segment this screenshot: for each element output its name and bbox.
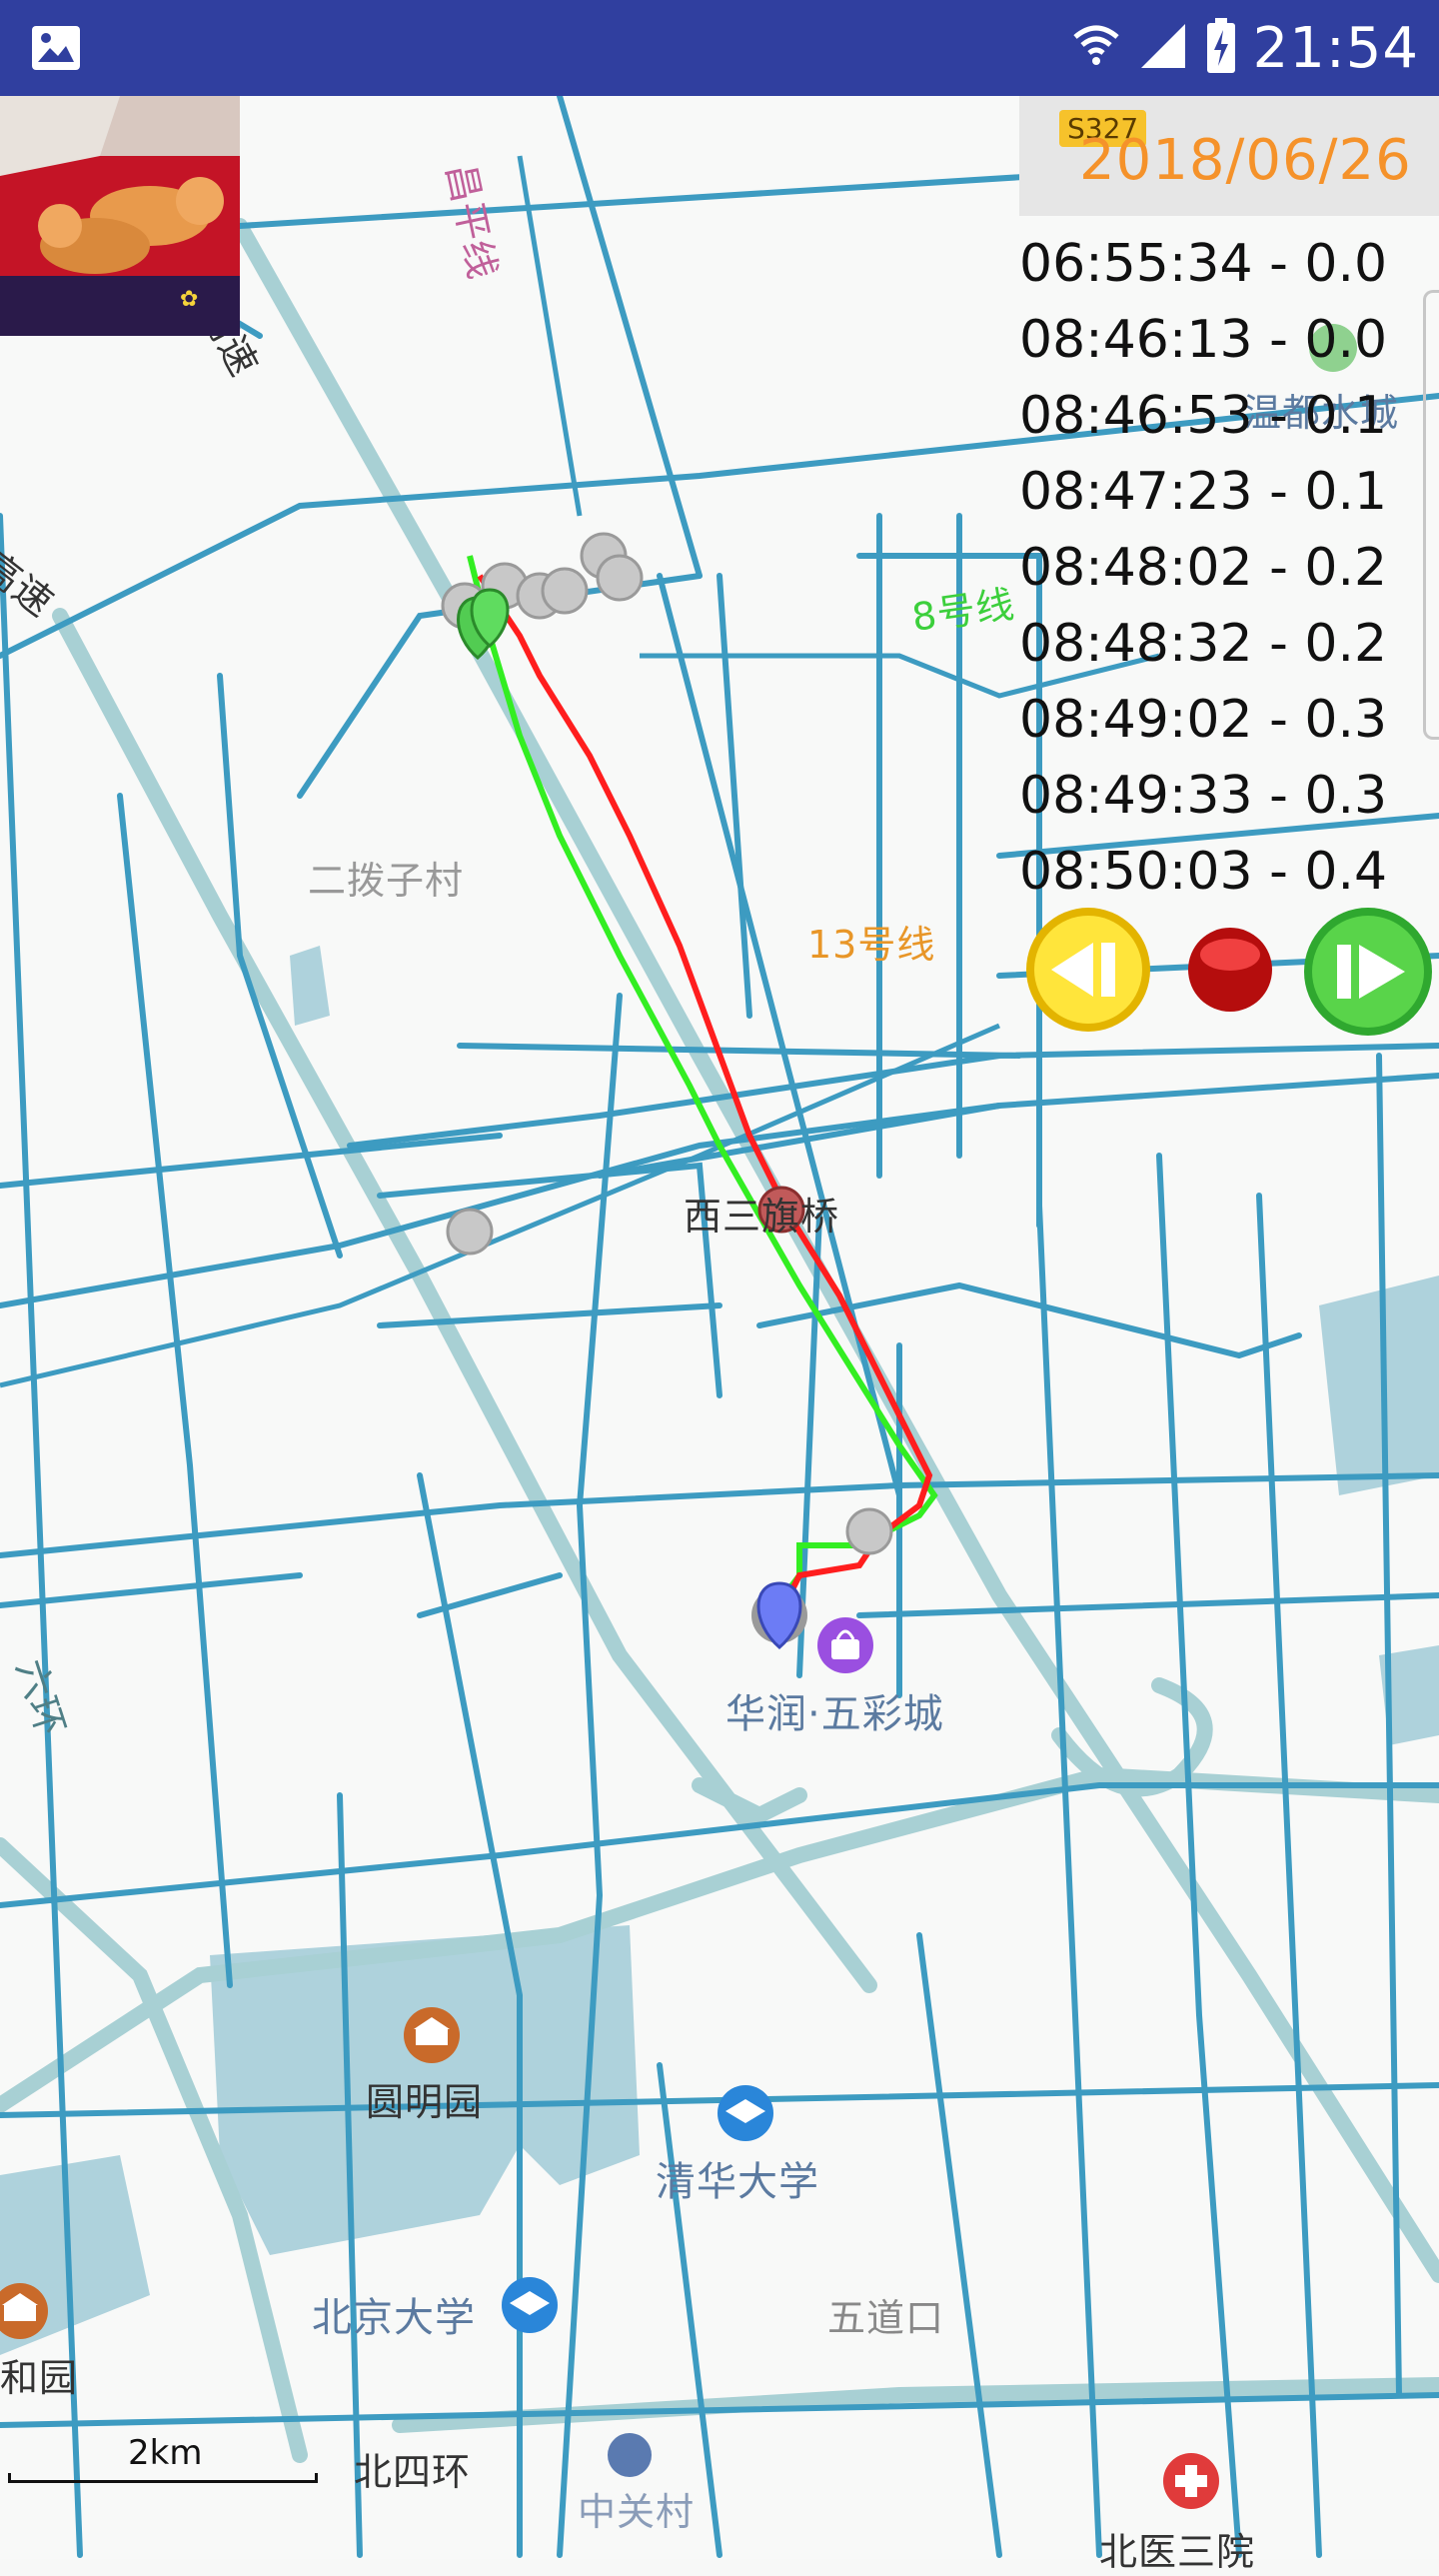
hospital-icon[interactable] xyxy=(1163,2453,1219,2509)
pku-label: 北京大学 xyxy=(312,2295,476,2341)
shopping-bag-icon[interactable] xyxy=(817,1617,873,1673)
wifi-icon xyxy=(1071,21,1121,75)
forward-button[interactable] xyxy=(1301,905,1435,1039)
log-item[interactable]: 08:49:33 - 0.3 xyxy=(1019,758,1387,834)
log-item[interactable]: 08:50:03 - 0.4 xyxy=(1019,834,1387,910)
museum-icon-yuanmingyuan[interactable] xyxy=(404,2007,460,2063)
rewind-button[interactable] xyxy=(1023,905,1153,1035)
log-item[interactable]: 08:47:23 - 0.1 xyxy=(1019,454,1387,530)
log-item[interactable]: 08:48:32 - 0.2 xyxy=(1019,606,1387,682)
battery-charging-icon xyxy=(1205,18,1237,78)
scale-bar: 2km xyxy=(8,2433,318,2489)
yuanmingyuan-label: 圆明园 xyxy=(366,2080,484,2124)
erbozi-label: 二拨子村 xyxy=(308,859,465,903)
record-icon xyxy=(1188,928,1272,1012)
record-button[interactable] xyxy=(1185,925,1275,1015)
start-pin-icon[interactable] xyxy=(457,588,510,660)
svg-text:✿: ✿ xyxy=(180,287,198,312)
scale-line xyxy=(8,2473,318,2483)
log-item[interactable]: 08:46:13 - 0.0 xyxy=(1019,302,1387,378)
date-header: S327 2018/06/26 xyxy=(1019,96,1439,216)
huarun-label: 华润·五彩城 xyxy=(725,1691,944,1737)
scale-label: 2km xyxy=(128,2433,203,2473)
university-icon-tsinghua[interactable] xyxy=(718,2085,773,2141)
signal-icon xyxy=(1137,20,1189,76)
log-item[interactable]: 08:49:02 - 0.3 xyxy=(1019,682,1387,758)
status-clock: 21:54 xyxy=(1252,15,1419,81)
university-icon-pku[interactable] xyxy=(502,2277,558,2333)
log-item[interactable]: 08:48:02 - 0.2 xyxy=(1019,530,1387,606)
zhongguancun-label: 中关村 xyxy=(578,2490,696,2534)
track-panel: S327 2018/06/26 06:55:34 - 0.0 08:46:13 … xyxy=(1017,96,1439,906)
zhongguancun-marker xyxy=(608,2433,652,2477)
log-item[interactable]: 08:46:53 - 0.1 xyxy=(1019,378,1387,454)
rewind-icon xyxy=(1026,908,1150,1032)
wudaokou-label: 五道口 xyxy=(827,2296,945,2340)
yiheyuan-label: 和园 xyxy=(0,2356,79,2400)
track-log-list[interactable]: 06:55:34 - 0.0 08:46:13 - 0.0 08:46:53 -… xyxy=(1019,226,1387,910)
line13-label: 13号线 xyxy=(807,923,936,967)
image-icon xyxy=(28,20,84,76)
photo-thumbnail[interactable]: ✿ xyxy=(0,96,240,336)
beiyi-label: 北医三院 xyxy=(1099,2530,1256,2574)
north4-label: 北四环 xyxy=(354,2450,472,2494)
tsinghua-label: 清华大学 xyxy=(656,2159,819,2205)
date-text: 2018/06/26 xyxy=(1079,128,1412,193)
forward-icon xyxy=(1304,908,1432,1036)
rail-lines xyxy=(0,155,1160,1388)
status-bar: 21:54 xyxy=(0,0,1439,96)
log-item[interactable]: 06:55:34 - 0.0 xyxy=(1019,226,1387,302)
xisanqi-label: 西三旗桥 xyxy=(684,1195,840,1239)
drawer-handle[interactable] xyxy=(1423,290,1439,740)
